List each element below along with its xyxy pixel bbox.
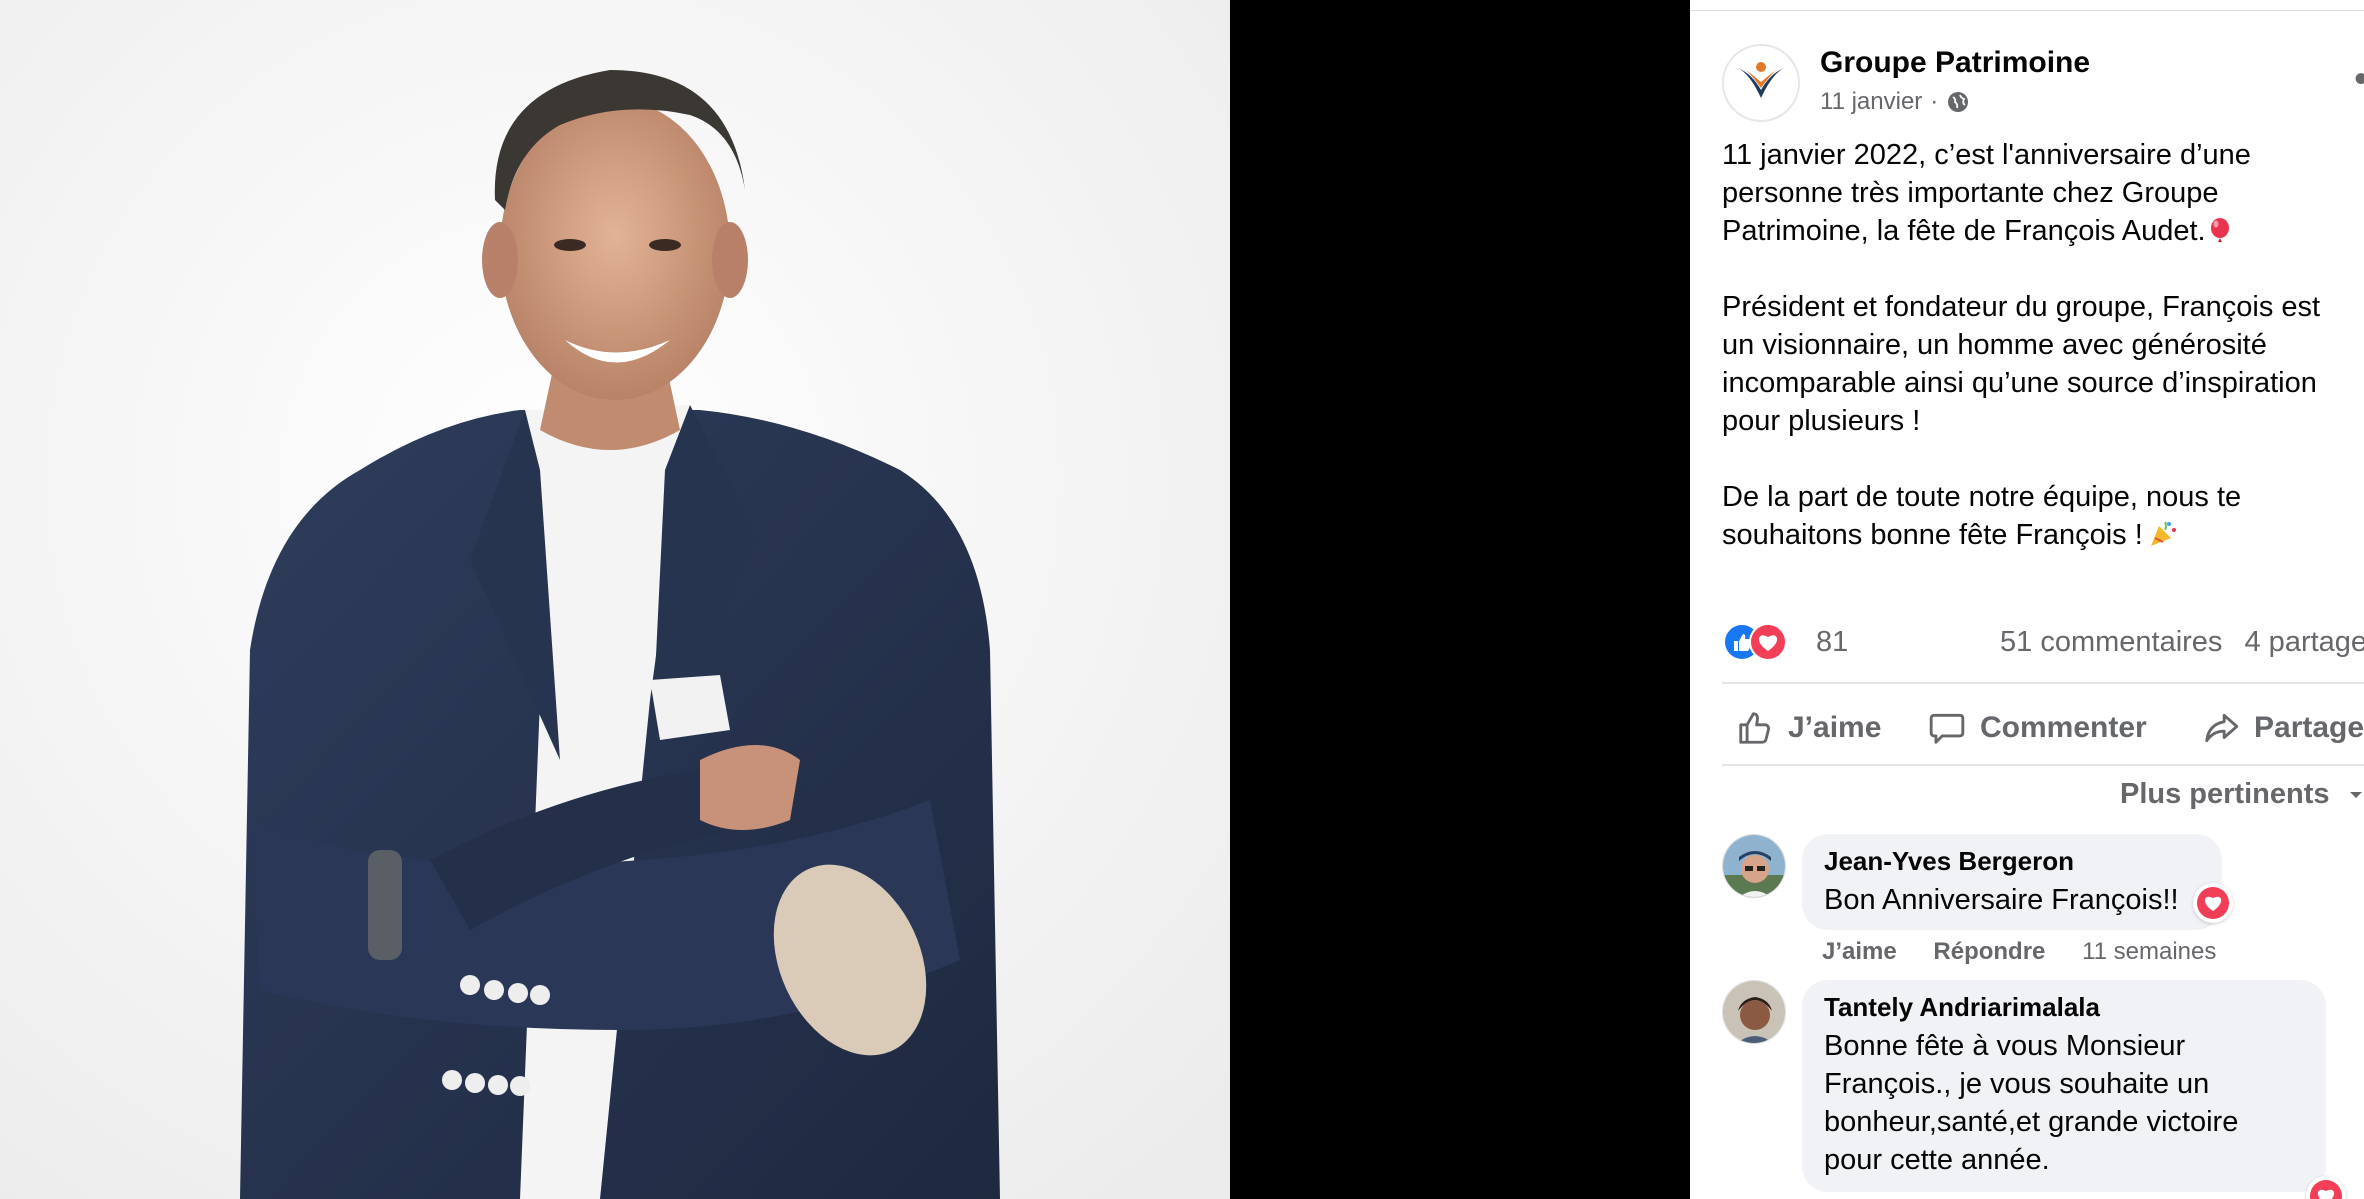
comment-line: bonheur,santé,et grande victoire [1824, 1106, 2239, 1138]
post-line: 11 janvier 2022, c’est l'anniversaire d’… [1722, 139, 2251, 171]
share-label: Partager [2254, 711, 2364, 744]
love-reaction-icon [2197, 887, 2229, 919]
share-count[interactable]: 4 partages [2245, 626, 2364, 658]
party-popper-emoji [2150, 521, 2176, 546]
chevron-down-icon [2349, 792, 2362, 798]
page-name[interactable]: Groupe Patrimoine [1820, 46, 2090, 80]
commenter-photo [1723, 981, 1785, 1043]
post-actions: J’aime Commenter Partager [1722, 696, 2364, 760]
love-reaction-icon [1749, 623, 1787, 661]
comment-love-badge[interactable] [2193, 883, 2233, 923]
comment-author[interactable]: Tantely Andriarimalala [1824, 992, 2304, 1023]
comment-line: François., je vous souhaite un [1824, 1068, 2210, 1100]
reactions-summary: 81 51 commentaires 4 partages [1722, 618, 2364, 666]
post-header: Groupe Patrimoine 11 janvier · ••• [1722, 44, 2364, 128]
comment-reply-link[interactable]: Répondre [1933, 938, 2045, 965]
comment-bubble: Jean-Yves Bergeron Bon Anniversaire Fran… [1802, 834, 2222, 930]
comment-line: Bonne fête à vous Monsieur [1824, 1030, 2186, 1062]
comment-bubble: Tantely Andriarimalala Bonne fête à vous… [1802, 980, 2326, 1192]
actions-divider [1722, 764, 2364, 766]
globe-icon [1948, 92, 1969, 112]
reaction-count[interactable]: 81 [1816, 626, 1848, 659]
post-text: 11 janvier 2022, c’est l'anniversaire d’… [1722, 136, 2362, 592]
comment-button[interactable]: Commenter [1928, 709, 2147, 747]
comment-sort-dropdown[interactable]: Plus pertinents [2120, 778, 2364, 811]
share-button[interactable]: Partager [2202, 709, 2364, 747]
comment-text: Bonne fête à vous Monsieur François., je… [1824, 1027, 2304, 1179]
post-photo[interactable] [0, 0, 1230, 1199]
post-paragraph-3: De la part de toute notre équipe, nous t… [1722, 478, 2362, 554]
reactions-divider [1722, 682, 2364, 684]
post-panel: Groupe Patrimoine 11 janvier · ••• 11 ja… [1690, 0, 2364, 1199]
sort-label: Plus pertinents [2120, 778, 2330, 810]
post-paragraph-1: 11 janvier 2022, c’est l'anniversaire d’… [1722, 136, 2362, 250]
comment-text: Bon Anniversaire François!! [1824, 884, 2179, 916]
comment-icon [1929, 713, 1965, 744]
comment-actions: J’aime Répondre 11 semaines [1822, 938, 2216, 966]
post-line: pour plusieurs ! [1722, 405, 1921, 437]
comment-like-link[interactable]: J’aime [1822, 938, 1897, 965]
post-line: souhaitons bonne fête François ! [1722, 519, 2143, 551]
commenter-avatar[interactable] [1722, 980, 1786, 1044]
commenter-photo [1723, 835, 1785, 897]
engagement-counts: 51 commentaires 4 partages [2000, 626, 2364, 659]
portrait-photo [0, 0, 1230, 1199]
like-button[interactable]: J’aime [1736, 709, 1881, 747]
commenter-avatar[interactable] [1722, 834, 1786, 898]
comment-love-badge[interactable] [2306, 1176, 2346, 1199]
panel-top-divider [1690, 10, 2364, 11]
comment-count[interactable]: 51 commentaires [2000, 626, 2222, 658]
comment-item: Tantely Andriarimalala Bonne fête à vous… [1722, 980, 2364, 1199]
groupe-patrimoine-logo [1738, 62, 1784, 98]
post-meta: 11 janvier · [1820, 88, 1970, 116]
post-line: personne très importante chez Groupe [1722, 177, 2219, 209]
post-line: un visionnaire, un homme avec générosité [1722, 329, 2267, 361]
post-line: De la part de toute notre équipe, nous t… [1722, 481, 2242, 513]
post-line: Patrimoine, la fête de François Audet. [1722, 215, 2206, 247]
post-line: incomparable ainsi qu’une source d’inspi… [1722, 367, 2317, 399]
meta-separator: · [1930, 88, 1939, 115]
comment-time[interactable]: 11 semaines [2082, 938, 2216, 965]
comment-label: Commenter [1980, 711, 2147, 744]
comment-author[interactable]: Jean-Yves Bergeron [1824, 846, 2200, 877]
comment-item: Jean-Yves Bergeron Bon Anniversaire Fran… [1722, 834, 2364, 974]
viewer-background [1230, 0, 1690, 1199]
post-paragraph-2: Président et fondateur du groupe, Franço… [1722, 288, 2362, 440]
thumbs-up-icon [1739, 712, 1771, 744]
love-reaction-icon [2310, 1180, 2342, 1199]
like-label: J’aime [1788, 711, 1882, 744]
share-arrow-icon [2205, 713, 2239, 743]
page-avatar[interactable] [1722, 44, 1800, 122]
reaction-icons[interactable] [1722, 622, 1802, 662]
balloon-emoji [2210, 218, 2229, 242]
more-options-button[interactable]: ••• [2354, 59, 2364, 99]
comment-line: pour cette année. [1824, 1144, 2050, 1176]
post-line: Président et fondateur du groupe, Franço… [1722, 291, 2321, 323]
post-date[interactable]: 11 janvier [1820, 88, 1922, 116]
